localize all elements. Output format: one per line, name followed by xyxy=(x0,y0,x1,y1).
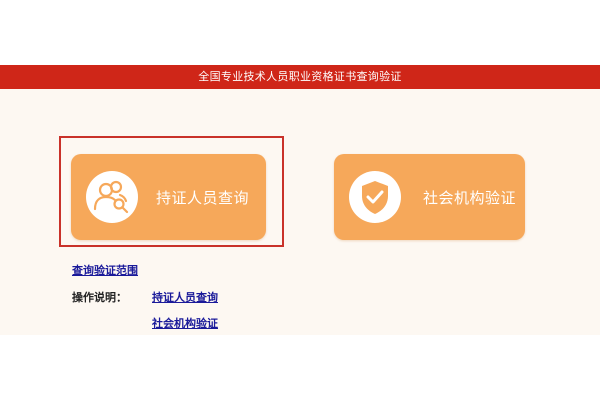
top-blank-area xyxy=(0,0,600,65)
header-title: 全国专业技术人员职业资格证书查询验证 xyxy=(198,70,402,83)
query-scope-link[interactable]: 查询验证范围 xyxy=(72,262,138,278)
person-query-instructions-link[interactable]: 持证人员查询 xyxy=(152,289,218,305)
people-search-icon xyxy=(86,171,138,223)
org-verify-label: 社会机构验证 xyxy=(423,188,517,207)
bottom-blank-area xyxy=(0,335,600,400)
operation-instructions-label: 操作说明： xyxy=(72,291,127,304)
person-query-label: 持证人员查询 xyxy=(156,188,250,207)
shield-check-icon xyxy=(349,171,401,223)
person-query-button[interactable]: 持证人员查询 xyxy=(71,154,266,240)
page-header: 全国专业技术人员职业资格证书查询验证 xyxy=(0,65,600,89)
org-verify-instructions-link[interactable]: 社会机构验证 xyxy=(152,315,218,331)
org-verify-button[interactable]: 社会机构验证 xyxy=(334,154,525,240)
